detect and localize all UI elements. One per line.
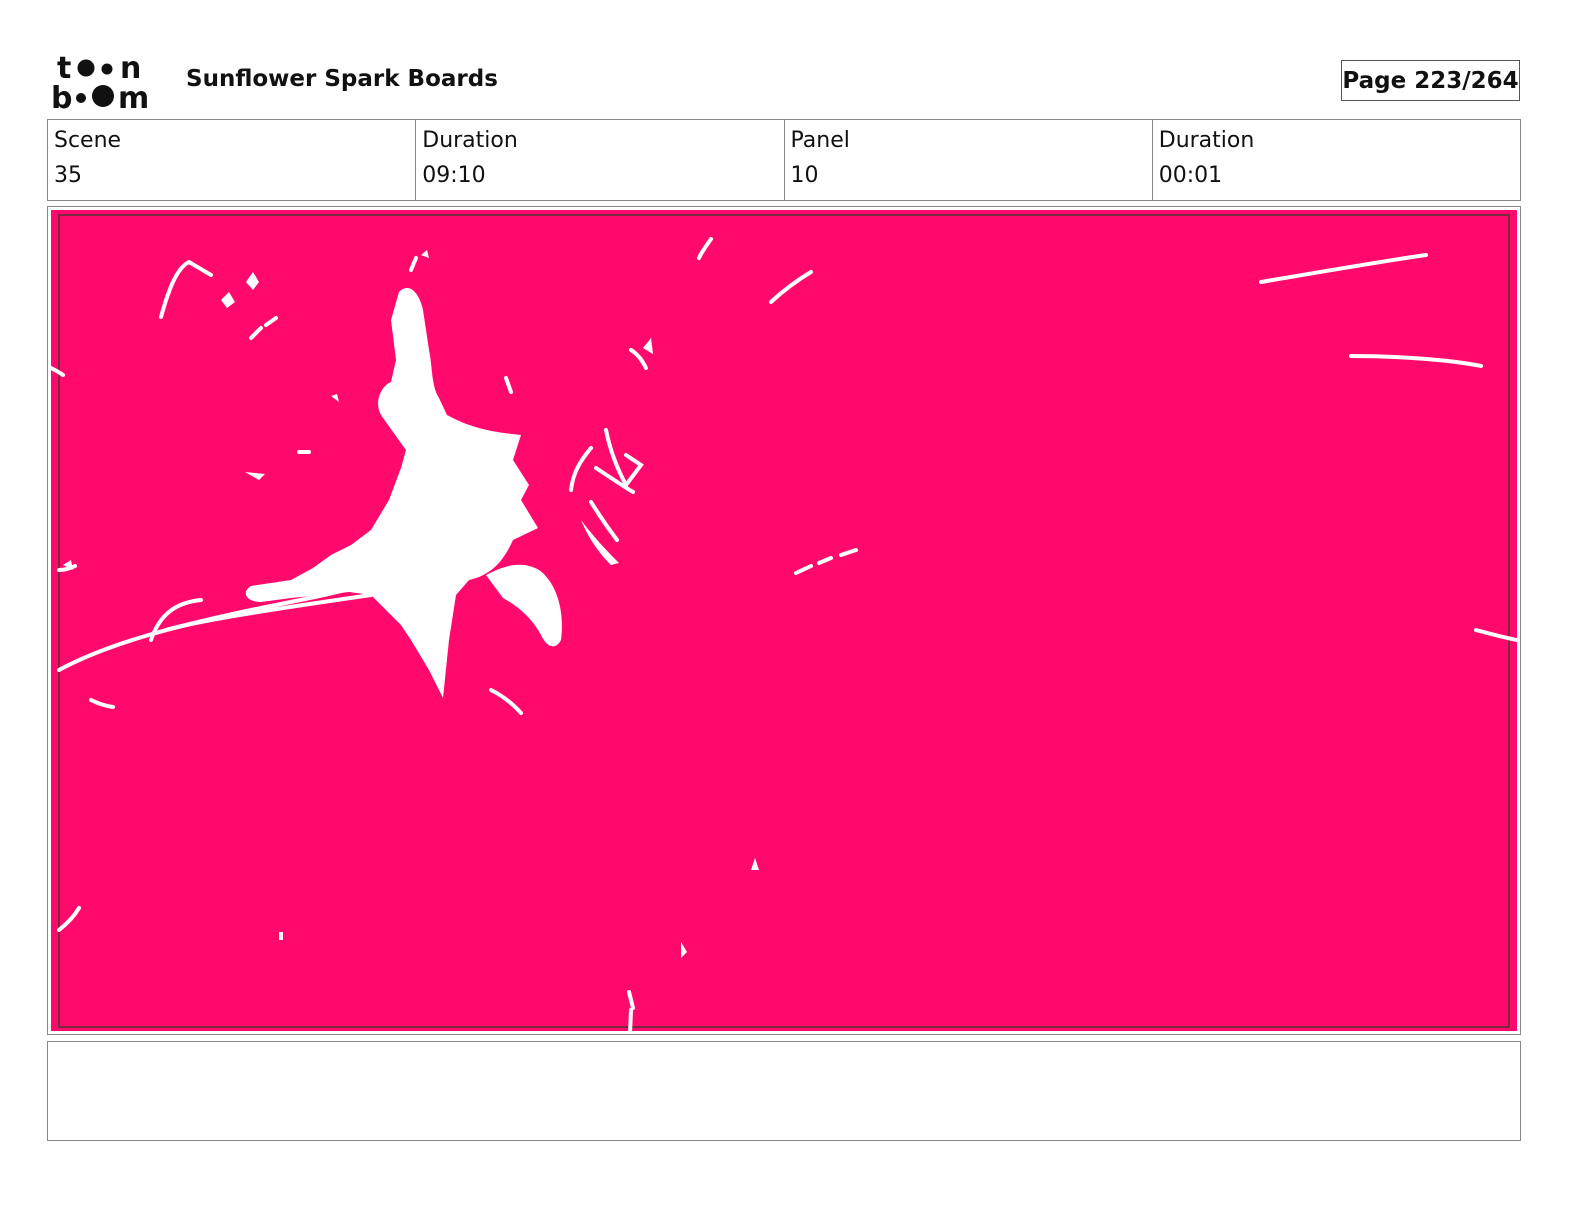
panel-duration-value: 00:01 xyxy=(1158,163,1223,188)
panel-duration-cell: Duration 00:01 xyxy=(1153,120,1520,200)
svg-text:b: b xyxy=(51,81,72,112)
panel-value: 10 xyxy=(790,163,819,188)
panel-cell: Panel 10 xyxy=(785,120,1153,200)
panel-background xyxy=(51,210,1517,1031)
panel-image-frame xyxy=(47,206,1521,1035)
panel-duration-label: Duration xyxy=(1158,128,1255,153)
scene-duration-cell: Duration 09:10 xyxy=(416,120,785,200)
scene-value: 35 xyxy=(54,163,82,188)
page-indicator: Page 223/264 xyxy=(1341,60,1520,101)
panel-label: Panel xyxy=(790,128,850,153)
panel-notes-box xyxy=(47,1041,1521,1141)
scene-duration-label: Duration xyxy=(422,128,518,153)
svg-text:m: m xyxy=(118,81,149,112)
scene-cell: Scene 35 xyxy=(48,120,417,200)
panel-info-table: Scene 35 Duration 09:10 Panel 10 Duratio… xyxy=(47,119,1521,201)
scene-duration-value: 09:10 xyxy=(422,163,486,188)
scene-label: Scene xyxy=(54,128,122,153)
toon-boom-logo: t n b m xyxy=(51,51,149,112)
project-title: Sunflower Spark Boards xyxy=(186,66,498,92)
storyboard-panel-artwork xyxy=(51,210,1517,1031)
